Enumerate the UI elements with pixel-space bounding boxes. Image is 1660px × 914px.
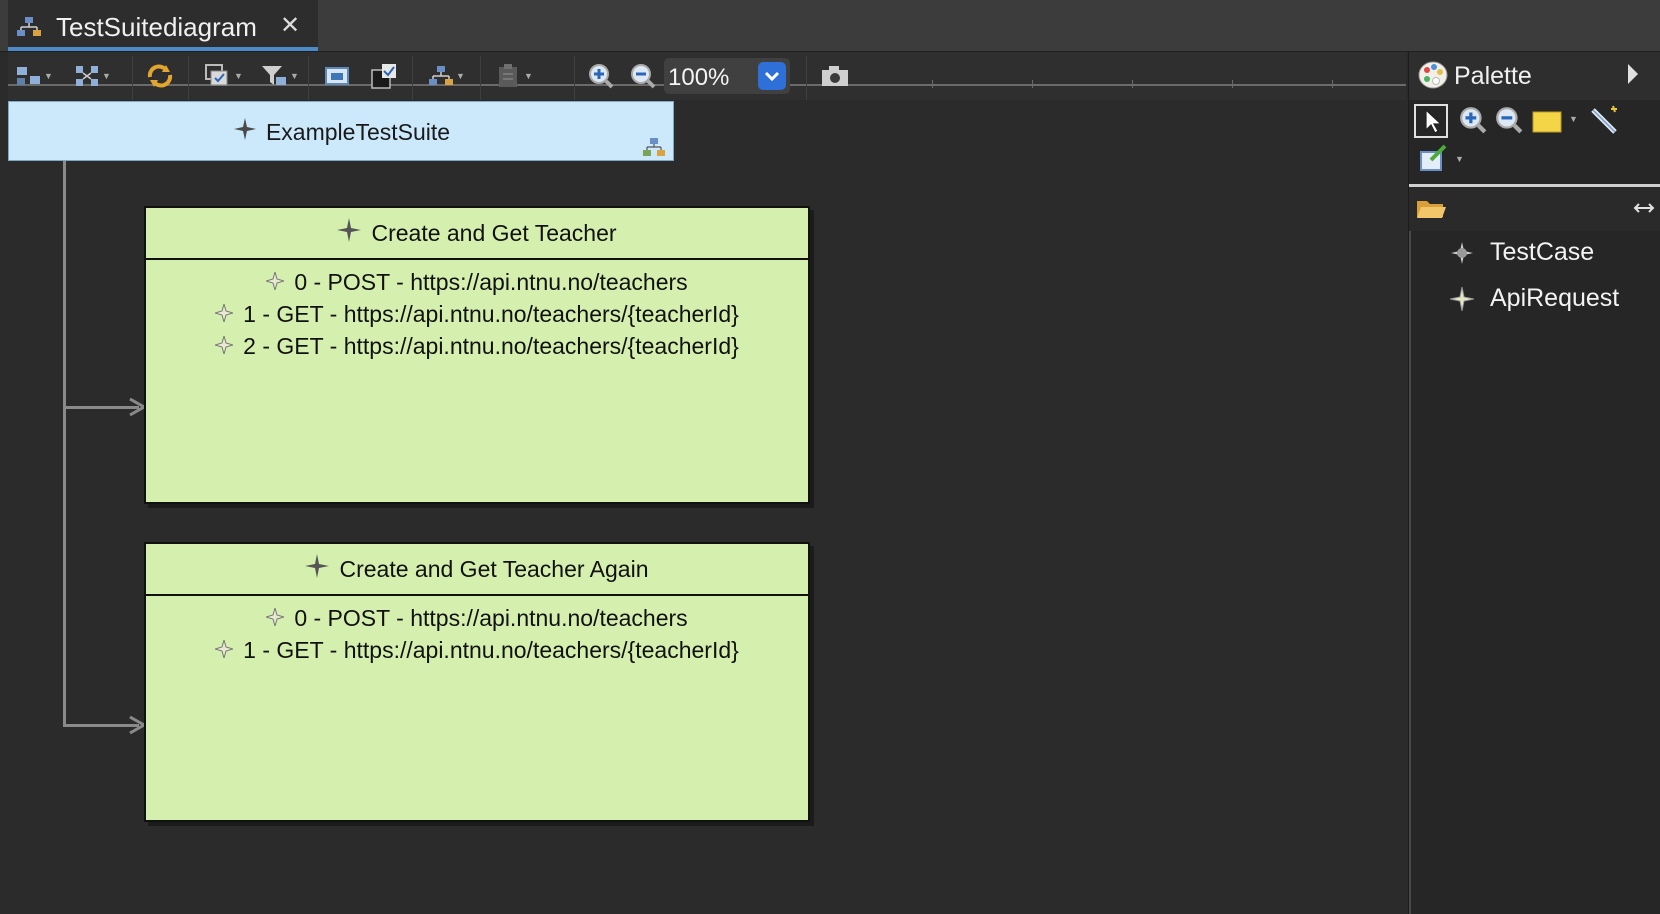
collapse-palette-icon[interactable]: [1628, 64, 1638, 84]
palette-item-apirequest[interactable]: ApiRequest: [1446, 284, 1619, 313]
request-diamond-icon: [264, 269, 287, 296]
zoom-value: 100%: [668, 64, 730, 91]
connector-line: [63, 161, 66, 726]
testcase-diamond-icon: [337, 218, 362, 248]
request-diamond-icon: [213, 333, 235, 360]
test-case-header: Create and Get Teacher Again: [146, 544, 808, 596]
palette-item-testcase[interactable]: TestCase: [1446, 238, 1594, 267]
palette-drawer[interactable]: [1409, 187, 1660, 231]
tab-title: TestSuitediagram: [56, 12, 257, 42]
zoom-in-icon[interactable]: [588, 62, 614, 90]
test-case-node[interactable]: Create and Get Teacher Again 0 - POST - …: [144, 542, 810, 822]
request-diamond-icon: [213, 301, 235, 328]
test-suite-node[interactable]: ExampleTestSuite: [8, 101, 674, 161]
active-tab-underline: [8, 47, 318, 51]
zoom-in-icon[interactable]: [1459, 106, 1487, 134]
camera-icon[interactable]: [820, 62, 850, 90]
testcase-diamond-icon: [305, 554, 330, 584]
close-icon[interactable]: ✕: [280, 14, 300, 38]
hierarchy-icon: [643, 138, 665, 156]
test-case-header: Create and Get Teacher: [146, 208, 808, 260]
folder-open-icon: [1417, 201, 1446, 218]
connection-tool-icon[interactable]: [1589, 104, 1621, 136]
apirequest-icon: [1446, 286, 1478, 311]
palette-icon: [1418, 61, 1448, 89]
testcase-icon: [1446, 241, 1478, 264]
test-case-node[interactable]: Create and Get Teacher 0 - POST - https:…: [144, 206, 810, 504]
select-all-icon[interactable]: ▼: [16, 62, 53, 90]
select-tool[interactable]: [1414, 104, 1448, 138]
zoom-out-icon[interactable]: [1495, 106, 1523, 134]
api-request-row[interactable]: 1 - GET - https://api.ntnu.no/teachers/{…: [146, 634, 808, 666]
pin-drawer-icon[interactable]: [1633, 201, 1655, 215]
palette-tools: ▼ ▼: [1409, 100, 1660, 187]
chevron-down-icon[interactable]: ▼: [1569, 114, 1578, 124]
pointer-icon: [1425, 108, 1443, 134]
export-icon[interactable]: [324, 62, 350, 90]
layout-icon[interactable]: ▼: [428, 62, 465, 90]
refresh-icon[interactable]: [146, 62, 174, 90]
request-diamond-icon: [264, 605, 287, 632]
filter-icon[interactable]: ▼: [260, 62, 299, 90]
edit-tool-icon[interactable]: [1419, 144, 1449, 172]
chevron-down-icon[interactable]: ▼: [1455, 154, 1464, 164]
api-request-row[interactable]: 0 - POST - https://api.ntnu.no/teachers: [146, 266, 808, 298]
api-request-row[interactable]: 2 - GET - https://api.ntnu.no/teachers/{…: [146, 330, 808, 362]
api-request-row[interactable]: 1 - GET - https://api.ntnu.no/teachers/{…: [146, 298, 808, 330]
palette-title: Palette: [1454, 62, 1532, 90]
layers-icon[interactable]: ▼: [204, 62, 243, 90]
zoom-out-icon[interactable]: [630, 62, 656, 90]
test-suite-label: ExampleTestSuite: [9, 118, 675, 146]
api-request-row[interactable]: 0 - POST - https://api.ntnu.no/teachers: [146, 602, 808, 634]
diagram-icon: [17, 17, 41, 36]
arrange-icon[interactable]: ▼: [74, 62, 111, 90]
note-icon[interactable]: [1531, 108, 1563, 134]
paste-icon[interactable]: ▼: [496, 62, 533, 90]
chevron-down-icon[interactable]: [758, 62, 786, 90]
check-icon[interactable]: [370, 62, 398, 90]
request-diamond-icon: [213, 637, 235, 664]
suite-diamond-icon: [233, 118, 256, 146]
